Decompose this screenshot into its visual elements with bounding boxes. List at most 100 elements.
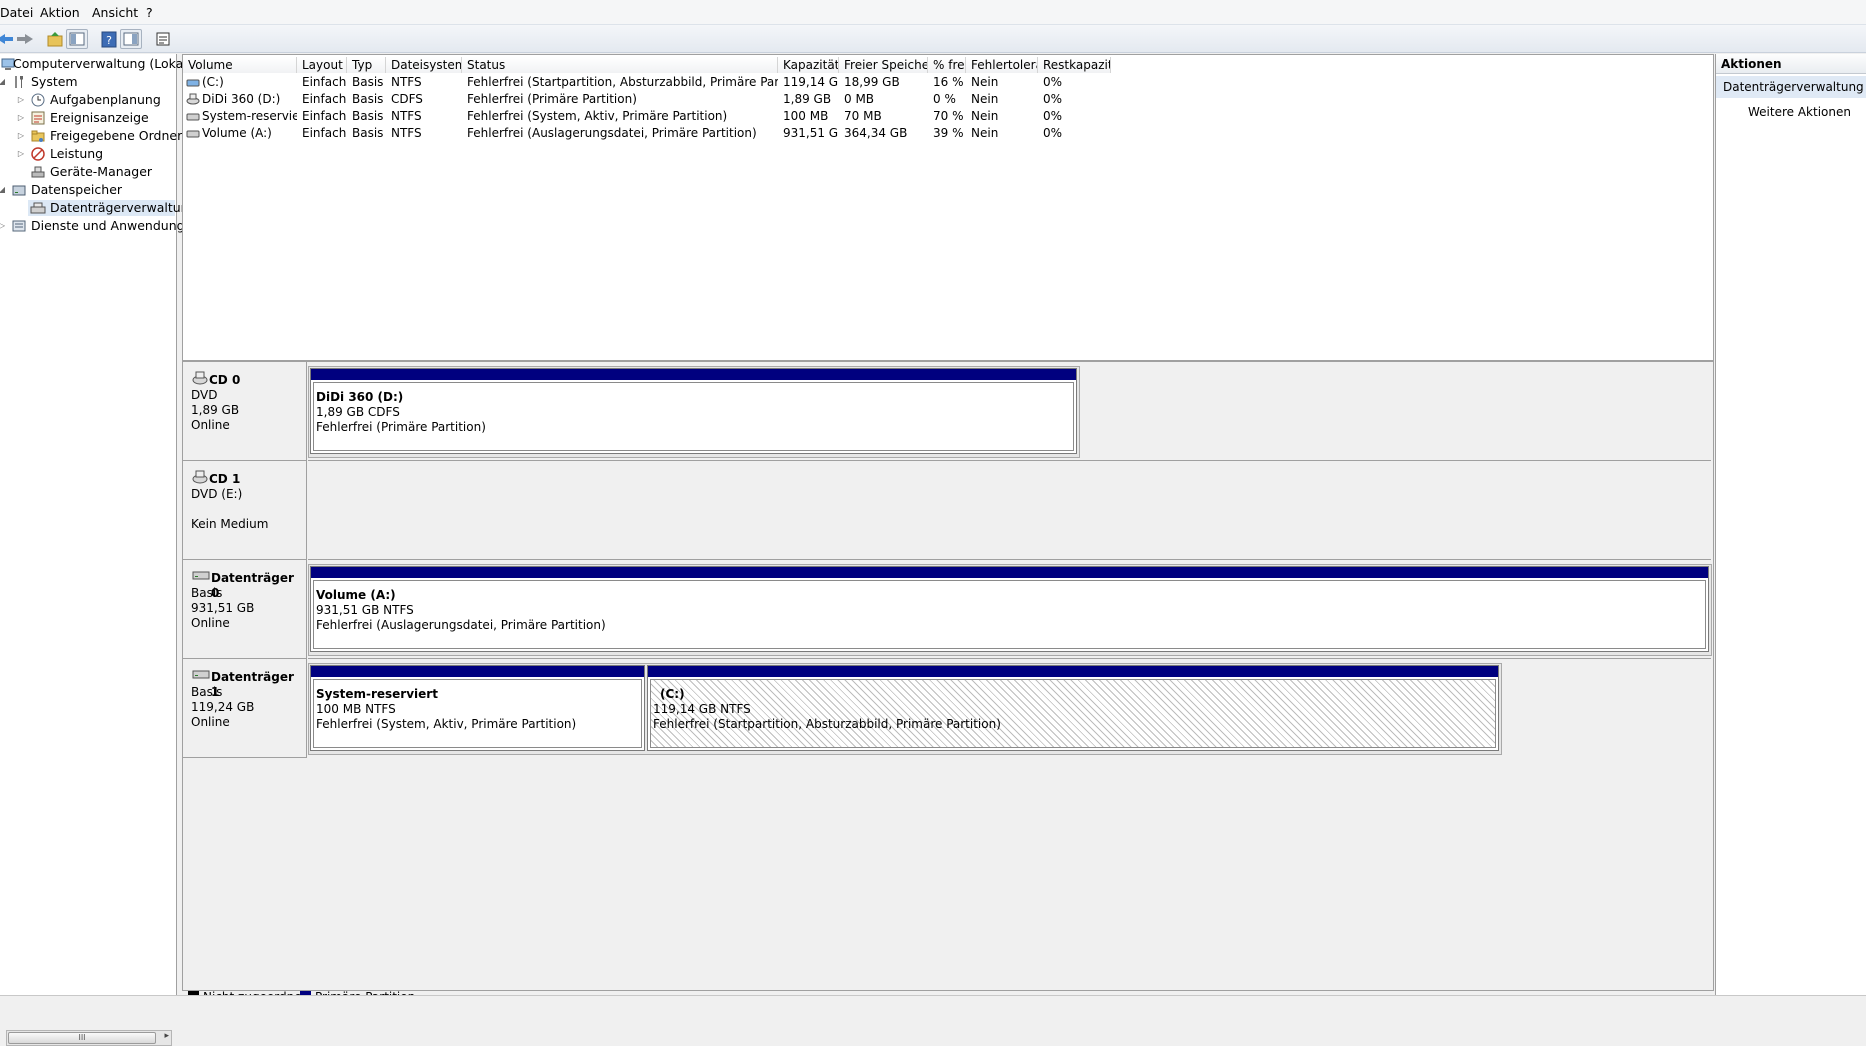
column-header[interactable]: Layout (297, 57, 347, 73)
disk-state: Online (191, 418, 230, 432)
table-cell: Fehlerfrei (Startpartition, Absturzabbil… (467, 75, 778, 89)
collapse-triangle-icon[interactable]: ◢ (0, 74, 7, 90)
expand-triangle-icon[interactable]: ▷ (0, 218, 7, 234)
partition-body (313, 382, 1074, 451)
table-cell: 1,89 GB (783, 92, 832, 106)
disk-size: 931,51 GB (191, 601, 255, 615)
more-actions-link[interactable]: Weitere Aktionen (1748, 105, 1851, 119)
partition-size: 119,14 GB NTFS (653, 702, 751, 716)
table-cell: Fehlerfrei (System, Aktiv, Primäre Parti… (467, 109, 728, 123)
partition-title: DiDi 360 (D:) (316, 390, 404, 404)
column-header[interactable]: Kapazität (778, 57, 839, 73)
table-cell: DiDi 360 (D:) (202, 92, 281, 106)
collapse-triangle-icon[interactable]: ◢ (0, 182, 7, 198)
svg-text:?: ? (106, 34, 112, 47)
column-header[interactable]: Fehlertoleranz (966, 57, 1038, 73)
table-cell: Einfach (302, 75, 347, 89)
storage-icon (11, 182, 27, 198)
help-icon[interactable]: ? (98, 29, 120, 49)
table-cell: Basis (352, 109, 384, 123)
disk-type: Basis (191, 586, 223, 600)
scroll-right-arrow-icon[interactable]: ▸ (164, 1031, 169, 1041)
table-cell: Nein (971, 109, 999, 123)
up-folder-icon[interactable] (44, 29, 66, 49)
column-header[interactable]: Freier Speicher (839, 57, 928, 73)
column-header[interactable]: Typ (347, 57, 386, 73)
table-cell: 0 MB (844, 92, 875, 106)
show-hide-action-pane-icon[interactable] (120, 29, 142, 49)
partition-didi360[interactable]: DiDi 360 (D:) 1,89 GB CDFS Fehlerfrei (P… (310, 368, 1077, 454)
disk-label-cd1[interactable]: CD 1 DVD (E:) Kein Medium (183, 461, 307, 560)
table-row[interactable]: System-reserviert Einfach Basis NTFS Fehlerf… (183, 108, 1703, 125)
tree-label: Computerverwaltung (Lokal) (13, 56, 192, 71)
system-tools-icon (11, 74, 27, 90)
disk-size: 119,24 GB (191, 700, 255, 714)
partition-size: 1,89 GB CDFS (316, 405, 400, 419)
services-icon (11, 218, 27, 234)
tree-item-datentraegerverwaltung[interactable]: Datenträgerverwaltung (28, 200, 197, 216)
scrollbar-thumb[interactable]: III (8, 1032, 156, 1044)
expand-triangle-icon[interactable]: ▷ (16, 92, 26, 108)
tree-item-datenspeicher[interactable]: ◢ Datenspeicher (0, 182, 176, 198)
partition-status: Fehlerfrei (Auslagerungsdatei, Primäre P… (316, 618, 606, 632)
disk-name: Datenträger 0 (211, 571, 294, 600)
primary-partition-bar (648, 666, 1498, 677)
event-viewer-icon (30, 110, 46, 126)
disk-state: Kein Medium (191, 517, 269, 531)
tree-item-aufgabenplanung[interactable]: ▷ Aufgabenplanung (0, 92, 176, 108)
partition-c[interactable]: (C:) 119,14 GB NTFS Fehlerfrei (Startpar… (647, 665, 1499, 751)
volume-icon (186, 79, 200, 87)
menu-datei[interactable]: Datei (0, 5, 33, 20)
disk-strip-disk0: Volume (A:) 931,51 GB NTFS Fehlerfrei (A… (308, 560, 1712, 659)
partition-volume-a[interactable]: Volume (A:) 931,51 GB NTFS Fehlerfrei (A… (310, 566, 1709, 652)
column-header[interactable]: Dateisystem (386, 57, 462, 73)
disk-label-disk0[interactable]: Datenträger 0 Basis 931,51 GB Online (183, 560, 307, 659)
table-row[interactable]: Volume (A:) Einfach Basis NTFS Fehlerfrei (A… (183, 125, 1703, 142)
forward-arrow-icon[interactable] (14, 29, 36, 49)
disk-size: 1,89 GB (191, 403, 240, 417)
performance-icon (30, 146, 46, 162)
table-cell: 119,14 GB (783, 75, 839, 89)
table-cell: Nein (971, 126, 999, 140)
disk-strip-cd1 (308, 461, 1711, 560)
tree-item-geraete-manager[interactable]: Geräte-Manager (0, 164, 176, 180)
partition-title: Volume (A:) (316, 588, 396, 602)
table-cell: 0% (1043, 75, 1063, 89)
table-row[interactable]: (C:) Einfach Basis NTFS Fehlerfrei (Startpar… (183, 74, 1703, 91)
partition-status: Fehlerfrei (Startpartition, Absturzabbil… (653, 717, 1001, 731)
actions-section-datentraegerverwaltung[interactable]: Datenträgerverwaltung (1716, 76, 1866, 98)
tree-item-system[interactable]: ◢ System (0, 74, 176, 90)
column-header[interactable]: Restkapazität (1038, 57, 1111, 73)
tree-item-ereignisanzeige[interactable]: ▷ Ereignisanzeige (0, 110, 176, 126)
partition-size: 100 MB NTFS (316, 702, 396, 716)
tree-item-freigegebene-ordner[interactable]: ▷ Freigegebene Ordner (0, 128, 182, 144)
properties-icon[interactable] (152, 29, 174, 49)
tree-item-leistung[interactable]: ▷ Leistung (0, 146, 176, 162)
expand-triangle-icon[interactable]: ▷ (16, 110, 26, 126)
table-row[interactable]: DiDi 360 (D:) Einfach Basis CDFS Fehlerfrei … (183, 91, 1703, 108)
disk-label-disk1[interactable]: Datenträger 1 Basis 119,24 GB Online (183, 659, 307, 758)
tree-horizontal-scrollbar[interactable]: III ▸ (6, 1030, 172, 1046)
column-header[interactable]: Status (462, 57, 778, 73)
menu-aktion[interactable]: Aktion (40, 5, 80, 20)
table-cell: 18,99 GB (844, 75, 900, 89)
menu-bar: Datei Aktion Ansicht ? (0, 0, 1866, 25)
partition-system-reserved[interactable]: System-reserviert 100 MB NTFS Fehlerfrei… (310, 665, 645, 751)
show-hide-tree-icon[interactable] (66, 29, 88, 49)
table-cell: Einfach (302, 126, 347, 140)
volume-icon (186, 93, 200, 105)
menu-help[interactable]: ? (146, 5, 153, 20)
disk-name: CD 1 (209, 472, 241, 486)
tree-item-dienste[interactable]: ▷ Dienste und Anwendungen (0, 218, 200, 234)
tree-item-computer-management[interactable]: Computerverwaltung (Lokal) (0, 56, 192, 72)
expand-triangle-icon[interactable]: ▷ (16, 146, 26, 162)
disk-type: DVD (191, 388, 218, 402)
disk-label-cd0[interactable]: CD 0 DVD 1,89 GB Online (183, 362, 307, 461)
table-cell: (C:) (202, 75, 224, 89)
column-header[interactable]: % frei (928, 57, 966, 73)
column-header[interactable]: Volume (183, 57, 297, 73)
menu-ansicht[interactable]: Ansicht (92, 5, 138, 20)
table-cell: NTFS (391, 126, 422, 140)
table-cell: NTFS (391, 109, 422, 123)
expand-triangle-icon[interactable]: ▷ (16, 128, 26, 144)
